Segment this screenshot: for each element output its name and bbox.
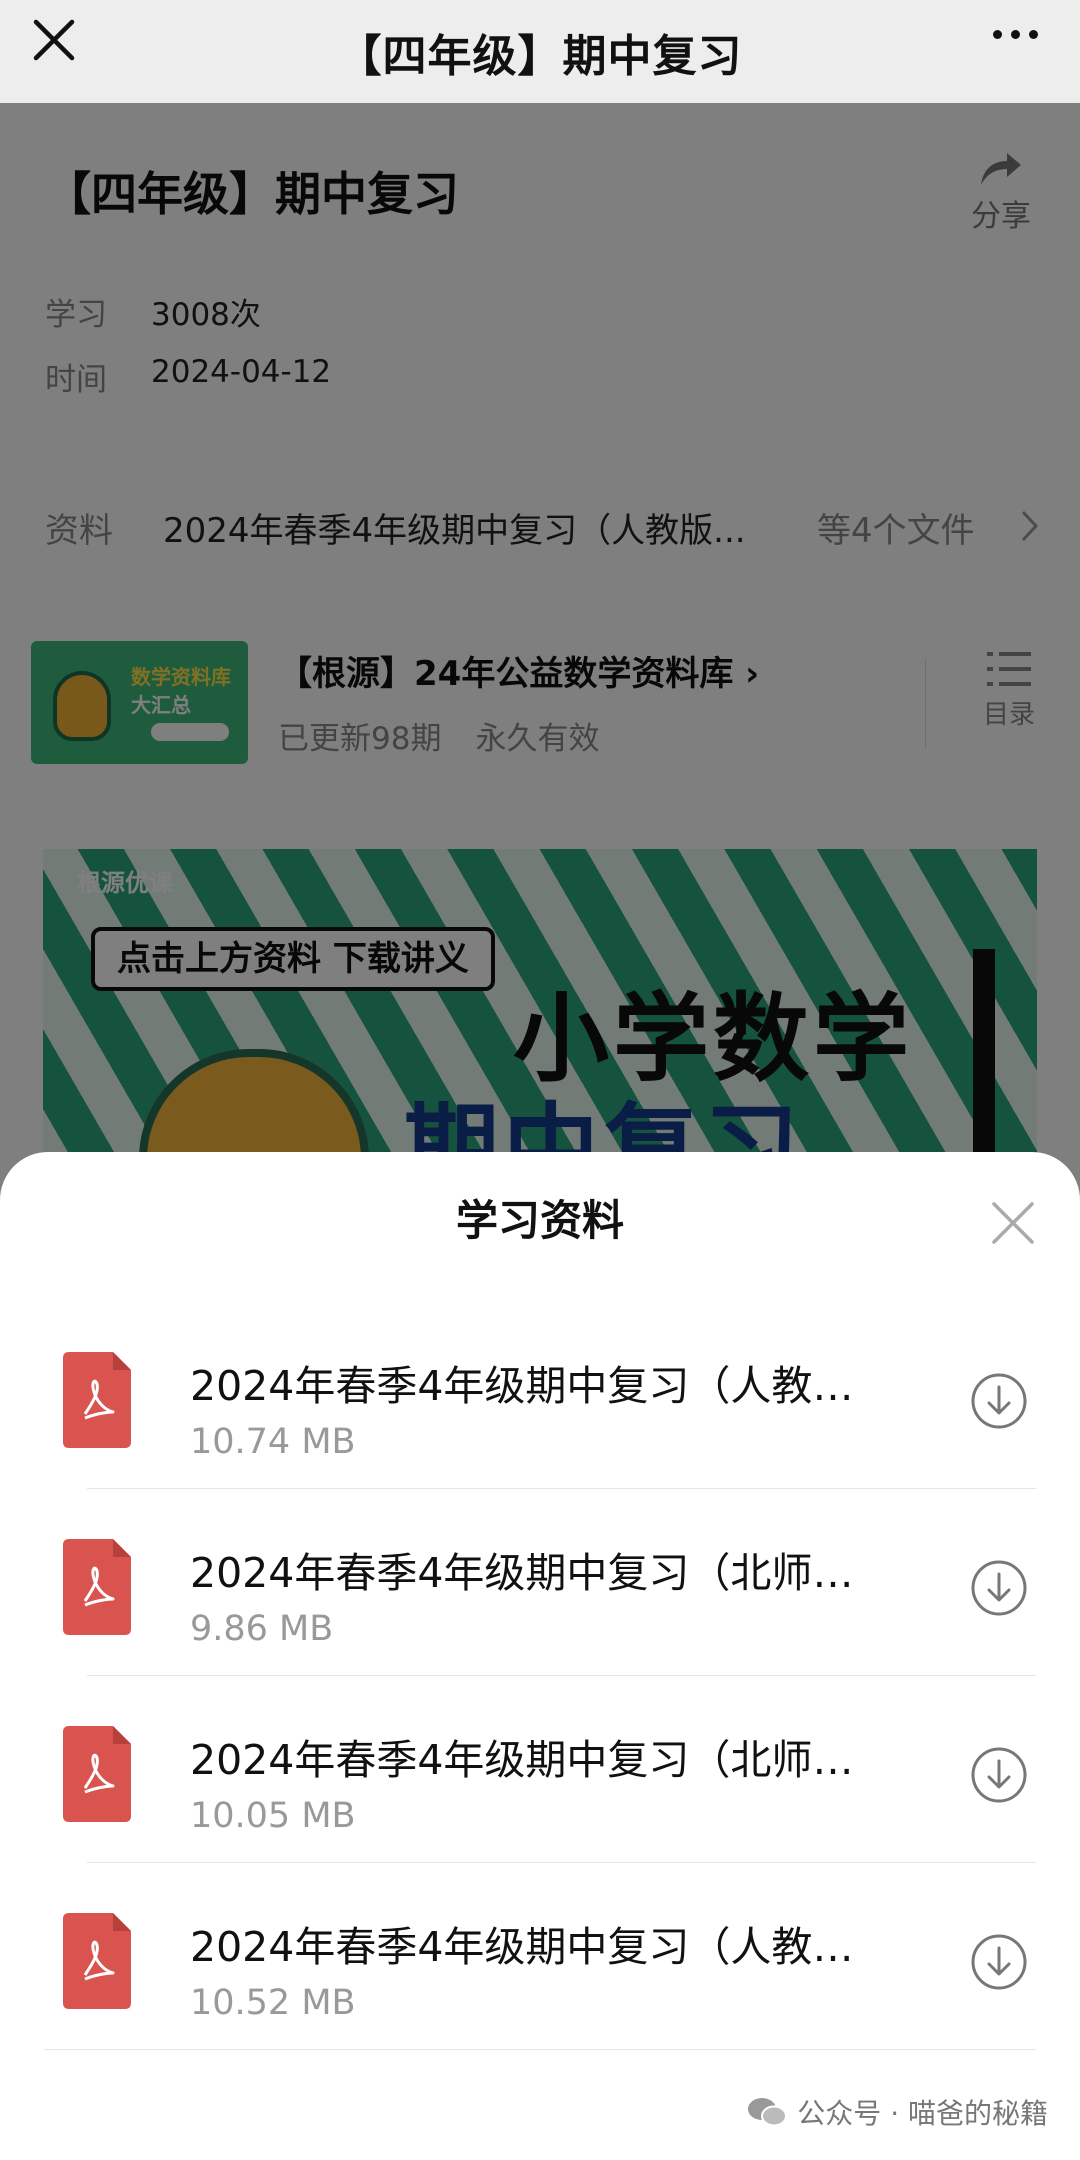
file-name: 2024年春季4年级期中复习（北师大版） [190, 1549, 872, 1597]
file-size: 9.86 MB [190, 1609, 334, 1649]
file-size: 10.74 MB [190, 1422, 356, 1462]
download-icon[interactable] [970, 1746, 1028, 1804]
file-name: 2024年春季4年级期中复习（北师大版） [190, 1736, 872, 1784]
file-list: 2024年春季4年级期中复习（人教版） 10.74 MB 2024年春季4年级期… [0, 1302, 1080, 2050]
wechat-icon [748, 2098, 788, 2127]
watermark: 公众号 · 喵爸的秘籍 [747, 2092, 1048, 2132]
close-icon[interactable] [990, 1200, 1036, 1246]
file-name: 2024年春季4年级期中复习（人教版） [190, 1923, 872, 1971]
file-size: 10.52 MB [190, 1983, 356, 2023]
watermark-text: 公众号 · 喵爸的秘籍 [797, 2097, 1048, 2130]
close-icon[interactable] [30, 16, 78, 64]
download-icon[interactable] [970, 1372, 1028, 1430]
top-navbar: 【四年级】期中复习 [0, 0, 1080, 103]
pdf-file-icon [63, 1539, 131, 1635]
page-title: 【四年级】期中复习 [337, 30, 743, 82]
materials-sheet: 学习资料 2024年春季4年级期中复习（人教版） 10.74 MB 2024年春… [0, 1152, 1080, 2160]
pdf-file-icon [63, 1913, 131, 2009]
sheet-title: 学习资料 [455, 1196, 624, 1245]
file-item[interactable]: 2024年春季4年级期中复习（人教版） 10.52 MB [0, 1863, 1080, 2050]
download-icon[interactable] [970, 1933, 1028, 1991]
download-icon[interactable] [970, 1559, 1028, 1617]
file-item[interactable]: 2024年春季4年级期中复习（北师大版） 10.05 MB [0, 1676, 1080, 1863]
pdf-file-icon [63, 1726, 131, 1822]
file-size: 10.05 MB [190, 1796, 356, 1836]
file-name: 2024年春季4年级期中复习（人教版） [190, 1362, 872, 1410]
divider [44, 2049, 1036, 2050]
more-icon[interactable] [993, 30, 1038, 39]
file-item[interactable]: 2024年春季4年级期中复习（北师大版） 9.86 MB [0, 1489, 1080, 1676]
file-item[interactable]: 2024年春季4年级期中复习（人教版） 10.74 MB [0, 1302, 1080, 1489]
pdf-file-icon [63, 1352, 131, 1448]
